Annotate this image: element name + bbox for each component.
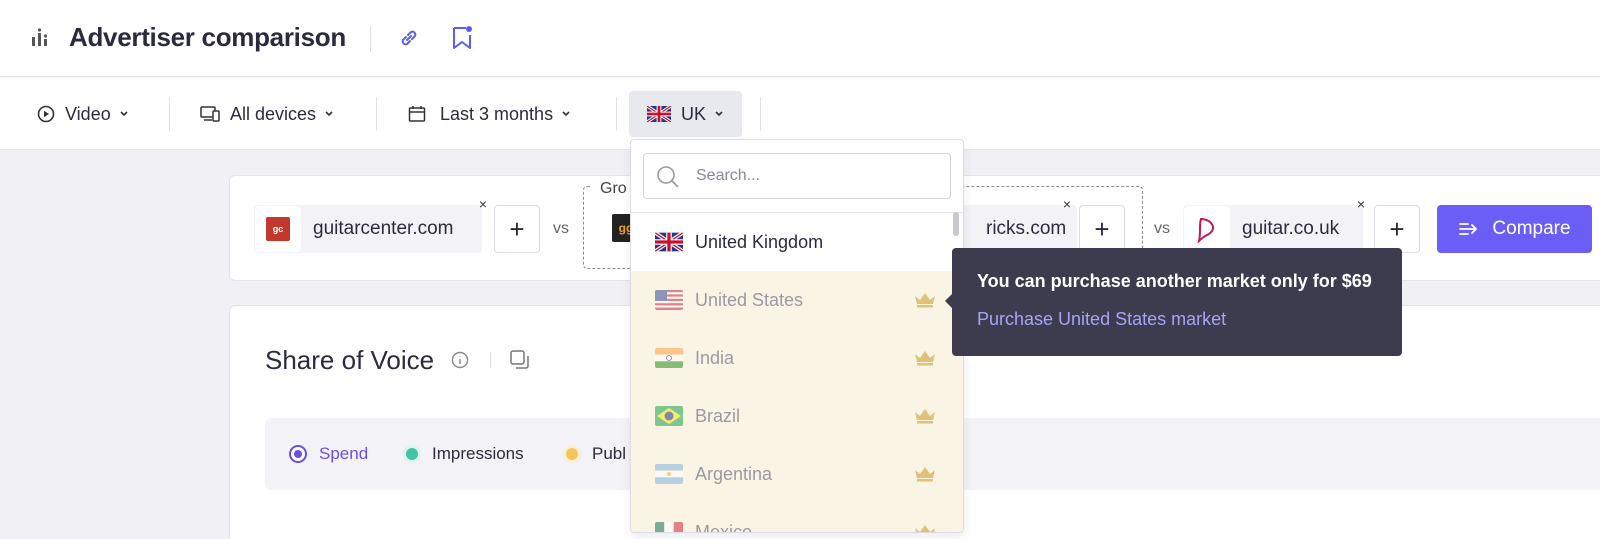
remove-advertiser-icon[interactable]: × [1060,197,1074,211]
advertiser-chip-guitarcenter[interactable]: gc guitarcenter.com [254,205,482,253]
country-option-label: Mexico [695,521,753,533]
vs-label: vs [553,220,569,237]
us-flag-icon [655,290,683,310]
remove-advertiser-icon[interactable]: × [476,197,490,211]
devices-filter-label: All devices [230,103,317,124]
advertiser-chip-label: guitarcenter.com [313,218,454,239]
chevron-down-icon [562,111,570,117]
uk-flag-icon [655,232,683,252]
add-to-group-button[interactable]: + [494,205,540,253]
page-header: Advertiser comparison [0,0,1600,77]
copy-icon[interactable] [509,349,531,371]
page-title: Advertiser comparison [69,22,346,52]
compare-button[interactable]: Compare [1437,205,1592,253]
purchase-market-tooltip: You can purchase another market only for… [945,248,1402,356]
series-dot-icon [566,448,578,460]
bookmark-icon[interactable] [450,25,474,51]
toolbar-divider [169,97,170,131]
brazil-flag-icon [655,406,683,426]
format-filter-label: Video [65,103,111,124]
crown-icon [915,525,935,532]
chevron-down-icon [715,111,723,117]
country-option-label: United States [695,289,804,310]
advertiser-chip-guitarcouk[interactable]: guitar.co.uk [1183,205,1363,253]
compare-icon [1459,223,1478,235]
uk-flag-icon [647,106,671,122]
country-dropdown: United Kingdom United States India Brazi… [630,139,964,533]
country-option-label: India [695,347,735,368]
chevron-down-icon [325,111,333,117]
crown-icon [915,293,935,308]
radio-selected-icon [289,445,307,463]
argentina-flag-icon [655,464,683,484]
chevron-down-icon [120,111,128,117]
country-option-argentina[interactable]: Argentina [631,445,963,503]
period-filter-label: Last 3 months [440,103,554,124]
country-option-united-states[interactable]: United States [631,271,963,329]
header-divider [370,26,371,52]
country-search[interactable] [643,153,951,199]
metric-label: Publ [592,444,627,463]
toolbar-divider [760,97,761,131]
metric-spend[interactable]: Spend [289,444,368,464]
country-option-brazil[interactable]: Brazil [631,387,963,445]
sov-divider [490,352,491,368]
metric-label: Impressions [432,444,524,463]
remove-advertiser-icon[interactable]: × [1354,197,1368,211]
country-option-label: Brazil [695,405,741,426]
guitarcouk-logo-mark [1197,217,1214,243]
format-filter[interactable]: Video [37,91,129,137]
compare-button-label: Compare [1492,218,1571,239]
country-option-india[interactable]: India [631,329,963,387]
country-option-mexico[interactable]: Mexico [631,503,963,533]
country-option-label: United Kingdom [695,231,824,252]
crown-icon [915,409,935,424]
advertiser-chip-ricks[interactable]: ricks.com [955,205,1077,253]
metric-publishers[interactable]: Publ [566,444,626,464]
advertiser-chip-label: ricks.com [986,218,1067,239]
add-to-group-button[interactable]: + [1079,205,1125,253]
metric-label: Spend [319,444,369,463]
group-label: Gro [592,180,633,198]
bar-chart-icon [32,28,48,46]
advertiser-chip-label: guitar.co.uk [1242,218,1340,239]
country-option-united-kingdom[interactable]: United Kingdom [631,213,963,271]
devices-icon [200,106,220,122]
tooltip-message: You can purchase another market only for… [977,271,1372,291]
share-of-voice-title: Share of Voice [265,345,435,375]
india-flag-icon [655,348,683,368]
toolbar-divider [376,97,377,131]
info-icon[interactable] [451,351,469,369]
crown-icon [915,351,935,366]
guitarcouk-logo [1184,206,1230,252]
search-icon [657,166,679,188]
toolbar-divider [616,97,617,131]
guitarcenter-logo: gc [255,206,301,252]
purchase-market-link[interactable]: Purchase United States market [977,309,1226,330]
country-option-label: Argentina [695,463,773,484]
crown-icon [915,467,935,482]
country-filter-label: UK [681,103,707,124]
calendar-icon [408,106,426,122]
country-search-input[interactable] [696,164,936,188]
add-to-group-button[interactable]: + [1374,205,1420,253]
vs-label: vs [1154,220,1170,237]
mexico-flag-icon [655,522,683,532]
period-filter[interactable]: Last 3 months [408,91,571,137]
metric-impressions[interactable]: Impressions [406,444,524,464]
link-icon[interactable] [397,26,421,50]
country-filter[interactable]: UK [629,91,743,137]
gc-logo-mark: gc [266,217,290,241]
devices-filter[interactable]: All devices [200,91,334,137]
series-dot-icon [406,448,418,460]
play-circle-icon [37,105,55,123]
